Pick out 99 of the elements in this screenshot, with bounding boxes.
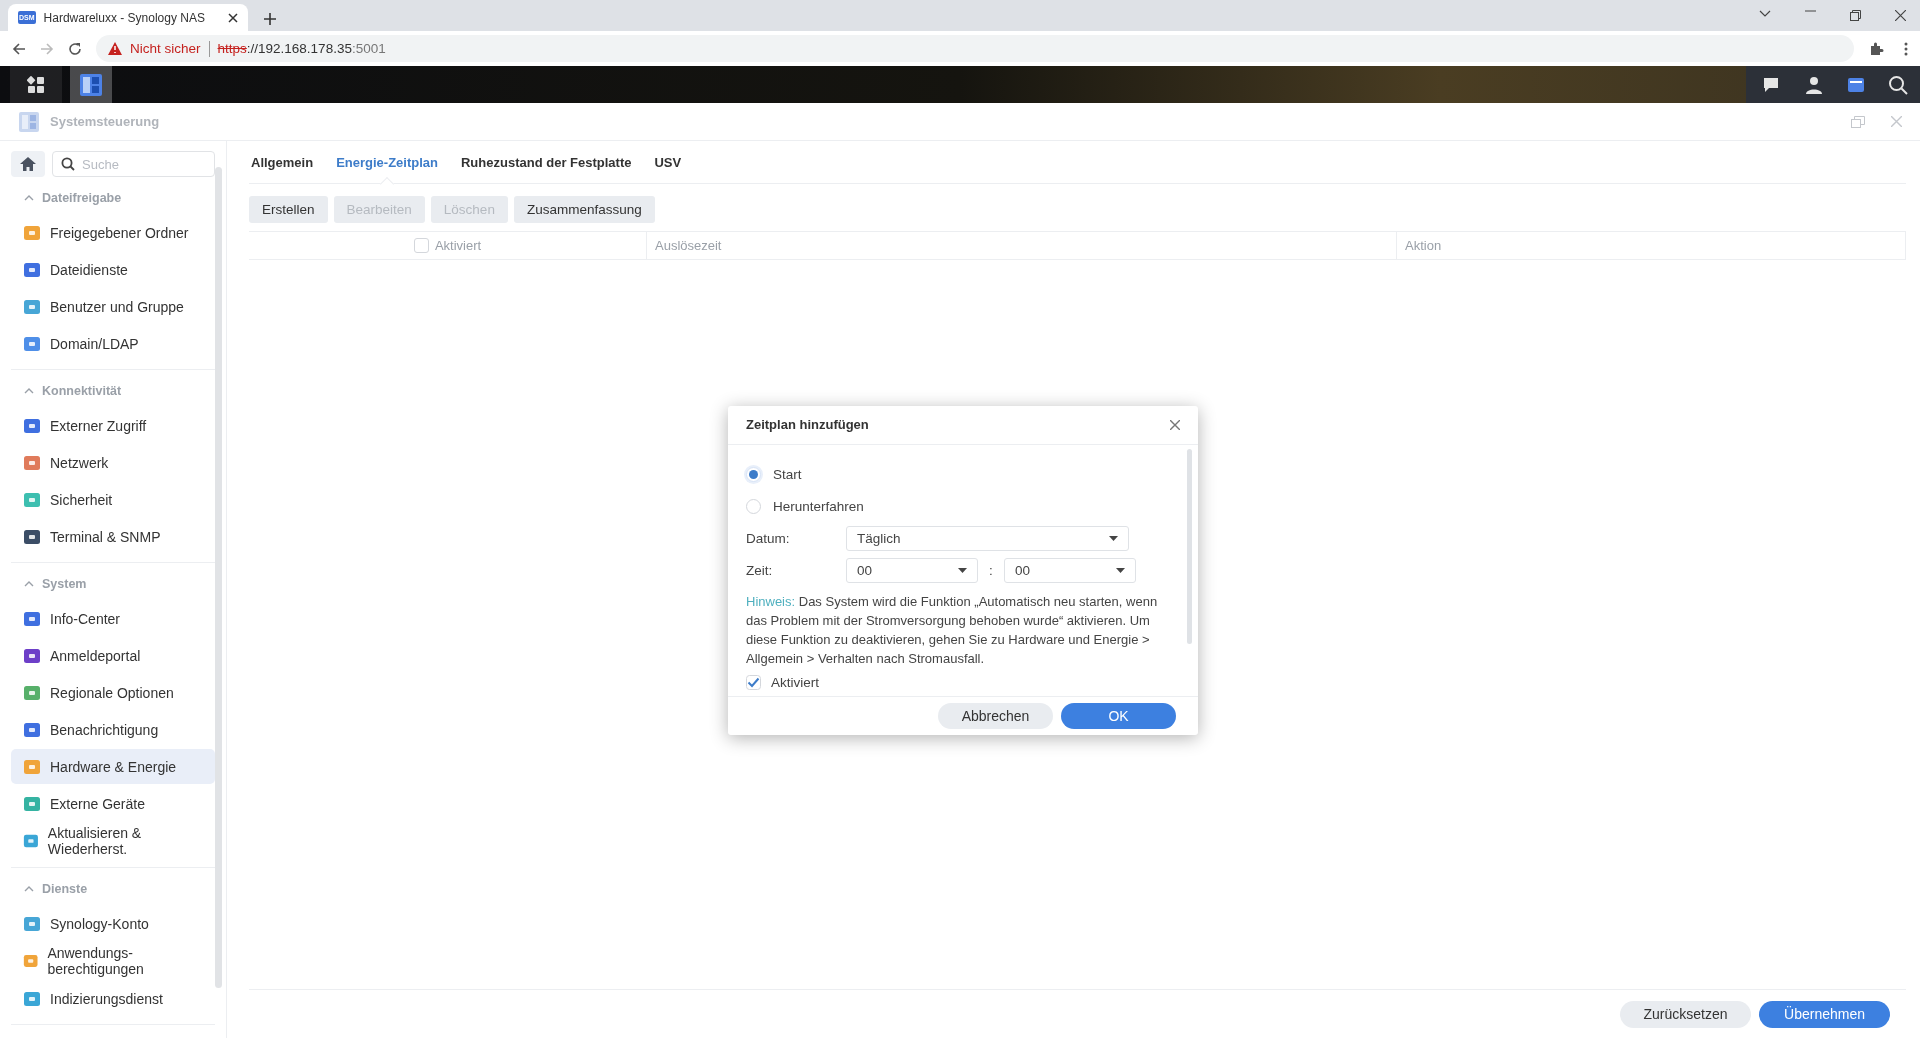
apply-button[interactable]: Übernehmen <box>1759 1000 1890 1028</box>
settings-category-icon <box>23 260 41 279</box>
section-heading: Dateifreigabe <box>42 191 122 205</box>
toolbar-button[interactable]: Erstellen <box>249 196 328 223</box>
settings-category-icon <box>23 952 39 970</box>
section-heading: Dienste <box>42 882 88 896</box>
checkbox[interactable] <box>746 675 761 691</box>
search-field[interactable]: Suche <box>52 151 215 177</box>
settings-category-icon <box>23 490 41 509</box>
hint-text: Hinweis: Das System wird die Funktion „Automatisch neu starten, wenn das Problem mit der Stromversorgung behoben wurde“ aktivieren. Um diese Funktion zu deaktivieren, gehen Sie zu Hardware und Energie > Allgemein > Verhalten nach Stromausfall. <box>746 592 1159 668</box>
dropdown-caret-icon <box>1116 568 1125 574</box>
sidebar-item[interactable]: Externer Zugriff <box>11 408 215 443</box>
sidebar-item[interactable]: Netzwerk <box>11 445 215 480</box>
reload-icon[interactable] <box>68 41 82 56</box>
sidebar-item[interactable]: Freigegebener Ordner <box>11 215 215 250</box>
settings-category-icon <box>23 609 41 628</box>
collapse-icon[interactable] <box>24 886 34 892</box>
sidebar-item[interactable]: Anmeldeportal <box>11 638 215 673</box>
apps-grid-icon <box>27 75 45 94</box>
section-heading: Konnektivität <box>42 384 122 398</box>
settings-category-icon <box>23 683 41 702</box>
sidebar-item[interactable]: Benutzer und Gruppe <box>11 289 215 324</box>
settings-category-icon <box>23 646 41 665</box>
radio-button[interactable] <box>746 467 761 483</box>
settings-category-icon <box>23 334 41 353</box>
user-icon[interactable] <box>1804 74 1824 95</box>
main-menu-button[interactable] <box>10 66 62 103</box>
ok-button[interactable]: OK <box>1061 703 1176 730</box>
field-label: Datum: <box>746 531 791 547</box>
sidebar-item[interactable]: Regionale Optionen <box>11 675 215 710</box>
collapse-icon[interactable] <box>24 388 34 394</box>
sidebar-item[interactable]: Dateidienste <box>11 252 215 287</box>
sidebar-item[interactable]: Synology-Konto <box>11 906 215 941</box>
sidebar-item[interactable]: Anwendungs-berechtigungen <box>11 943 215 979</box>
option-label[interactable]: Start <box>773 467 802 483</box>
close-icon[interactable] <box>1895 10 1906 21</box>
settings-category-icon <box>23 297 41 316</box>
settings-category-icon <box>23 914 41 933</box>
sidebar-item[interactable]: Info-Center <box>11 601 215 636</box>
sidebar-item[interactable]: Benachrichtigung <box>11 712 215 747</box>
control-panel-icon <box>78 71 104 98</box>
home-button[interactable] <box>11 151 45 177</box>
dropdown-caret-icon <box>1109 536 1118 542</box>
restore-icon[interactable] <box>1850 10 1861 21</box>
collapse-icon[interactable] <box>24 581 34 587</box>
extensions-icon[interactable] <box>1868 40 1884 57</box>
settings-category-icon <box>23 794 41 813</box>
address-bar[interactable]: Nicht sicher https://192.168.178.35:5001 <box>96 35 1854 62</box>
tab[interactable]: Ruhezustand der Festplatte <box>461 141 632 183</box>
field-label: Zeit: <box>746 563 774 579</box>
window-title: Systemsteuerung <box>50 114 161 129</box>
tab-title: Hardwareluxx - Synology NAS <box>43 10 206 25</box>
security-warning[interactable]: Nicht sicher <box>130 41 201 56</box>
home-icon <box>20 157 36 171</box>
collapse-icon[interactable] <box>24 195 34 201</box>
scrollbar[interactable] <box>1187 448 1192 645</box>
section-heading: System <box>42 577 87 591</box>
menu-icon[interactable] <box>1904 41 1908 56</box>
warning-icon <box>108 42 122 55</box>
checkbox[interactable] <box>413 238 429 253</box>
settings-category-icon <box>23 223 41 242</box>
sidebar-item[interactable]: Sicherheit <box>11 482 215 517</box>
chevron-down-icon[interactable] <box>1759 10 1771 18</box>
sidebar-item[interactable]: Domain/LDAP <box>11 326 215 361</box>
scrollbar[interactable] <box>215 167 222 988</box>
settings-category-icon <box>23 416 41 435</box>
sidebar-item[interactable]: Aktualisieren & Wiederherst. <box>11 823 215 859</box>
date-dropdown[interactable]: Täglich <box>846 526 1129 552</box>
settings-category-icon <box>23 832 39 850</box>
forward-icon <box>40 41 54 56</box>
toolbar-button[interactable]: Zusammenfassung <box>513 196 655 223</box>
cancel-button[interactable]: Abbrechen <box>938 703 1053 730</box>
control-panel-taskbar-button[interactable] <box>70 66 112 103</box>
settings-category-icon <box>23 453 41 472</box>
checkbox-label[interactable]: Aktiviert <box>771 675 819 691</box>
settings-category-icon <box>23 757 41 776</box>
back-icon[interactable] <box>12 41 26 56</box>
sidebar-item[interactable]: Externe Geräte <box>11 786 215 821</box>
dropdown-caret-icon <box>958 568 967 574</box>
new-tab-icon[interactable] <box>264 13 276 25</box>
sidebar-item[interactable]: Hardware & Energie <box>11 749 215 784</box>
hour-dropdown[interactable]: 00 <box>846 558 978 584</box>
tab[interactable]: USV <box>654 141 682 183</box>
reset-button[interactable]: Zurücksetzen <box>1620 1000 1751 1028</box>
settings-category-icon <box>23 720 41 739</box>
control-panel-icon <box>18 110 40 133</box>
url-text[interactable]: https://192.168.178.35:5001 <box>217 41 386 56</box>
tab[interactable]: Allgemein <box>251 141 314 183</box>
sidebar-item[interactable]: Indizierungsdienst <box>11 981 215 1016</box>
minute-dropdown[interactable]: 00 <box>1004 558 1136 584</box>
search-icon[interactable] <box>1888 74 1908 95</box>
time-separator: : <box>988 563 994 579</box>
dialog-title: Zeitplan hinzufügen <box>746 417 870 433</box>
sidebar-item[interactable]: Terminal & SNMP <box>11 519 215 554</box>
option-label[interactable]: Herunterfahren <box>773 499 864 515</box>
settings-category-icon <box>23 989 41 1008</box>
close-icon[interactable] <box>228 12 238 23</box>
radio-button[interactable] <box>746 499 761 515</box>
settings-category-icon <box>23 527 41 546</box>
